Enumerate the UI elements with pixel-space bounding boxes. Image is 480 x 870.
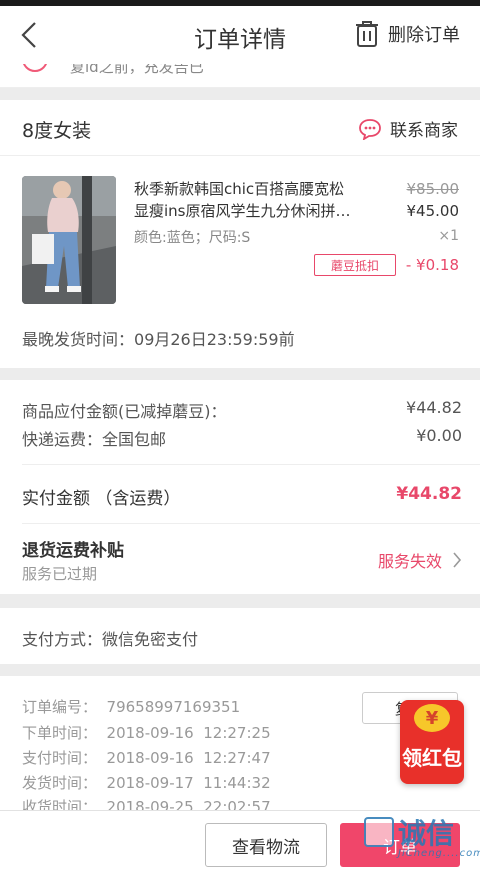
product-price: ¥45.00 [406, 202, 460, 220]
shipping-label: 快递运费：全国包邮 [22, 430, 167, 449]
order-time: 下单时间： 2018-09-16 12:27:25 [22, 724, 271, 742]
coin-icon: ¥ [414, 704, 450, 732]
contact-merchant-label: 联系商家 [390, 121, 458, 141]
mogu-bean-badge: 蘑豆抵扣 [314, 254, 396, 276]
red-packet-label: 领红包 [402, 746, 462, 770]
refund-subsidy-status[interactable]: 服务失效 [378, 548, 462, 572]
refund-subsidy-title: 退货运费补贴 [22, 541, 124, 561]
original-price: ¥85.00 [406, 180, 460, 198]
product-spec: 颜色:蓝色；尺码:S [134, 230, 251, 246]
receive-time: 收货时间： 2018-09-25 22:02:57 [22, 798, 271, 810]
amount-summary: 商品应付金额(已减掉蘑豆)： ¥44.82 快递运费：全国包邮 ¥0.00 实付… [0, 380, 480, 594]
view-logistics-button[interactable]: 查看物流 [205, 823, 327, 867]
ship-time-value: 09月26日23:59:59前 [134, 330, 295, 349]
order-number: 订单编号： 79658997169351 [22, 698, 241, 716]
chevron-right-icon [453, 552, 462, 568]
chat-bubble-icon [359, 118, 381, 140]
paid-amount-label: 实付金额 （含运费） [22, 489, 181, 509]
latest-ship-time: 最晚发货时间：09月26日23:59:59前 [22, 326, 295, 350]
notice-icon [22, 64, 48, 72]
product-image[interactable] [22, 176, 116, 304]
top-nav-bar: 订单详情 删除订单 [0, 6, 480, 64]
pay-time: 支付时间： 2018-09-16 12:27:47 [22, 749, 271, 767]
divider [22, 523, 480, 524]
delete-order-button[interactable]: 删除订单 [354, 20, 460, 48]
refund-status-label: 服务失效 [377, 552, 442, 571]
product-quantity: ×1 [438, 228, 459, 244]
refund-subsidy-subtitle: 服务已过期 [22, 565, 98, 583]
payment-method: 支付方式：微信免密支付 [0, 608, 480, 664]
order-action-button[interactable]: 订单 [340, 823, 460, 867]
deduction-amount: - ¥0.18 [405, 256, 459, 274]
shop-name: 8度女装 [22, 120, 92, 142]
paid-amount-value: ¥44.82 [396, 484, 462, 504]
delete-order-label: 删除订单 [388, 25, 460, 46]
product-title-line-1: 秋季新款韩国chic百搭高腰宽松 [134, 180, 345, 198]
product-item[interactable]: 秋季新款韩国chic百搭高腰宽松 显瘦ins原宿风学生九分休闲拼… 颜色:蓝色；… [0, 156, 480, 368]
contact-merchant-button[interactable]: 联系商家 [358, 116, 458, 141]
payment-method-text: 支付方式：微信免密支付 [22, 630, 199, 649]
goods-amount-value: ¥44.82 [406, 398, 462, 417]
clipped-notice-text: 复ld之前，充发告已 [70, 64, 204, 76]
product-title-line-2: 显瘦ins原宿风学生九分休闲拼… [134, 202, 351, 220]
clipped-notice: 复ld之前，充发告已 [0, 64, 480, 88]
ship-time-label: 最晚发货时间： [22, 330, 135, 349]
shipping-value: ¥0.00 [416, 426, 462, 445]
goods-amount-label: 商品应付金额(已减掉蘑豆)： [22, 402, 227, 421]
trash-icon [356, 21, 378, 47]
ship-time: 发货时间： 2018-09-17 11:44:32 [22, 774, 271, 792]
divider [22, 464, 480, 465]
bottom-action-bar: 查看物流 订单 [0, 810, 480, 870]
red-packet-button[interactable]: ¥ 领红包 [400, 700, 464, 784]
product-title[interactable]: 秋季新款韩国chic百搭高腰宽松 显瘦ins原宿风学生九分休闲拼… [134, 178, 366, 222]
shop-row[interactable]: 8度女装 联系商家 [0, 100, 480, 156]
